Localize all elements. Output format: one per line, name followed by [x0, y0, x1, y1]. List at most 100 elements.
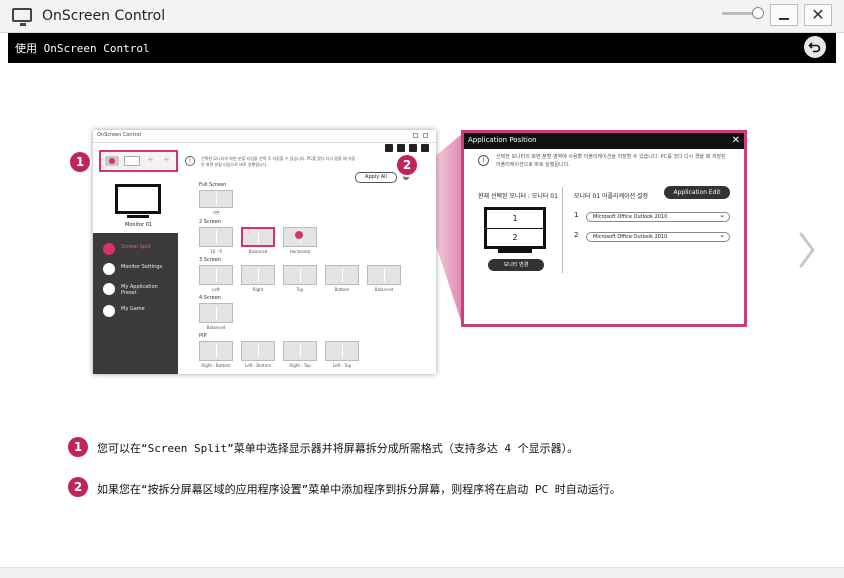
mock-menu-monitor-settings: Monitor Settings [93, 261, 178, 277]
mock-minimize-icon [413, 133, 418, 138]
mock-plus-icon: + [163, 155, 170, 164]
mock-layout-option [199, 303, 233, 323]
close-button[interactable]: ✕ [804, 4, 832, 26]
mock-menu-screen-split: Screen Split [93, 241, 178, 257]
mock-monitor-label: Monitor 01 [99, 222, 178, 228]
window-titlebar: OnScreen Control ✕ [0, 0, 844, 33]
callout-badge-1: 1 [70, 152, 90, 172]
mock-layout-option [199, 227, 233, 247]
next-page-arrow[interactable] [796, 230, 818, 270]
mock-layout-label: Horizontal [283, 249, 317, 254]
split-monitor-icon: 1 2 [484, 207, 546, 249]
mock-tool-icon [409, 144, 417, 152]
screen-area-label: 1 [487, 210, 543, 228]
mock-layout-label: Top [283, 287, 317, 292]
minimize-button[interactable] [770, 4, 798, 26]
mock-section-full: Full Screen [199, 182, 226, 188]
app-preset-icon [103, 283, 115, 295]
app-select: Microsoft Office Outlook 2010 [586, 212, 730, 222]
app-settings-label: 모니터 01 어플리케이션 설정 [574, 191, 648, 200]
mock-layout-label: Right [241, 287, 275, 292]
mock-monitor-panel: Monitor 01 [99, 174, 178, 233]
current-monitor-label: 현재 선택된 모니터 : 모니터 01 [478, 191, 558, 200]
application-position-popup: Application Position ✕ i 선택한 모니터의 화면 분할 … [461, 130, 747, 327]
mock-menu-app-preset: My Application Preset [93, 281, 178, 297]
mock-layout-option [199, 265, 233, 285]
tutorial-screenshot: OnScreen Control + + i 선택한 모니터의 화면 분할 타입… [93, 130, 436, 374]
mock-section-four: 4 Screen [199, 295, 221, 301]
monitor-app-icon [12, 8, 32, 22]
mock-layout-label: Right - Bottom [197, 363, 235, 368]
check-icon [295, 231, 303, 239]
mock-layout-label: Left - Top [323, 363, 361, 368]
note-text-2: 如果您在“按拆分屏幕区域的应用程序设置”菜单中添加程序到拆分屏幕，则程序将在启动… [97, 481, 621, 497]
app-select: Microsoft Office Outlook 2010 [586, 232, 730, 242]
mock-sidebar-menu: Screen Split Monitor Settings My Applica… [93, 233, 178, 374]
mock-plus-icon: + [147, 155, 154, 164]
application-edit-button: Application Edit [664, 186, 730, 199]
mock-tool-icon [385, 144, 393, 152]
mock-window-title: OnScreen Control [97, 132, 141, 138]
mock-monitor-stand [127, 215, 149, 218]
mock-section-pip: PIP [199, 333, 207, 339]
divider [562, 187, 563, 273]
mock-layout-label: 16 : 9 [199, 249, 233, 254]
mock-layout-option [199, 341, 233, 361]
mock-layout-option [283, 265, 317, 285]
popup-description: 선택한 모니터의 화면 분할 영역에 사용할 어플리케이션을 저장할 수 있습니… [496, 153, 731, 169]
mock-layout-label: Right - Top [281, 363, 319, 368]
back-button[interactable] [804, 36, 826, 58]
game-icon [103, 305, 115, 317]
page-title: 使用 OnScreen Control [15, 40, 150, 56]
mock-tab-monitor [124, 156, 140, 166]
mock-apply-all-button: Apply All [355, 172, 397, 183]
monitor-settings-icon [103, 263, 115, 275]
popup-titlebar: Application Position ✕ [464, 133, 744, 149]
mock-layout-option [241, 265, 275, 285]
monitor-stand [498, 249, 532, 253]
mock-section-three: 3 Screen [199, 257, 221, 263]
change-monitor-button: 모니터 변경 [488, 259, 544, 271]
mock-description: 선택한 모니터의 화면 분할 타입을 선택 후 저장할 수 있습니다. PC를 … [201, 156, 359, 168]
mock-layout-label: 기본 [199, 210, 233, 216]
mock-monitor-icon [115, 184, 161, 214]
mock-menu-my-game: My Game [93, 303, 178, 319]
note-text-1: 您可以在“Screen Split”菜单中选择显示器并将屏幕拆分成所需格式（支持… [97, 440, 578, 456]
bottom-strip [0, 567, 844, 578]
mock-layout-label: Left [199, 287, 233, 292]
info-icon: i [478, 155, 489, 166]
mock-menu-label: My Application Preset [121, 284, 171, 296]
mock-layout-option [199, 190, 233, 208]
page-header: 使用 OnScreen Control [8, 33, 836, 63]
mock-layout-label: Bottom [325, 287, 359, 292]
mock-close-icon [423, 133, 428, 138]
app-row-number: 1 [574, 211, 578, 219]
popup-title: Application Position [468, 136, 537, 144]
mock-menu-label: Screen Split [121, 244, 151, 250]
mock-layout-label: Balanced [367, 287, 401, 292]
mock-menu-label: My Game [121, 306, 145, 312]
window-title: OnScreen Control [42, 8, 165, 24]
mock-layout-option [283, 341, 317, 361]
mock-tool-icon [421, 144, 429, 152]
mock-layout-option [325, 265, 359, 285]
back-arrow-icon [808, 40, 822, 54]
mock-layout-label: Balanced [199, 325, 233, 330]
mock-layout-option [325, 341, 359, 361]
note-badge-2: 2 [68, 477, 88, 497]
mock-menu-label: Monitor Settings [121, 264, 162, 270]
mock-layout-option-selected [241, 227, 275, 247]
mock-layout-option [367, 265, 401, 285]
screen-split-icon [103, 243, 115, 255]
mock-layout-option [241, 341, 275, 361]
mock-section-two: 2 Screen [199, 219, 221, 225]
mock-layout-label: Balanced [241, 249, 275, 254]
popup-close-icon: ✕ [732, 134, 740, 148]
screen-area-label: 2 [487, 229, 543, 247]
app-row-number: 2 [574, 231, 578, 239]
mock-tab-active [105, 156, 119, 166]
note-badge-1: 1 [68, 437, 88, 457]
opacity-slider-knob[interactable] [752, 7, 764, 19]
mock-monitor-tabs: + + [99, 150, 178, 172]
mock-info-icon: i [185, 156, 195, 166]
